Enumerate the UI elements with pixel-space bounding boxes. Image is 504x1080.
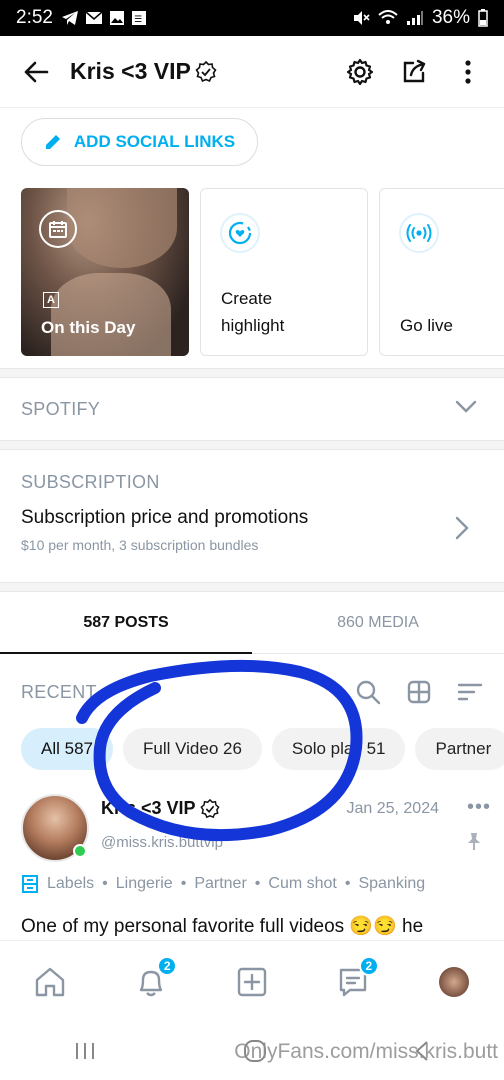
header-actions [344,56,484,88]
highlight-label: On this Day [41,318,136,337]
notifications-badge: 2 [157,955,178,976]
image-icon [109,11,124,25]
chevron-right-icon [455,516,469,545]
share-icon[interactable] [398,56,430,88]
photo-face [67,188,177,268]
labels-icon [22,875,38,893]
mail-icon [85,11,103,24]
pin-icon [465,832,483,857]
recent-apps-icon[interactable] [74,1041,96,1061]
subscription-main-text: Subscription price and promotions [21,507,309,528]
battery-percent: 36% [431,7,470,28]
bottom-navigation: 2 2 [0,940,504,1022]
sort-lines-icon[interactable] [457,682,483,702]
tab-media[interactable]: 860 MEDIA [252,592,504,653]
nav-add-post[interactable] [232,962,272,1002]
home-icon [36,967,65,996]
online-status-dot [73,844,87,858]
add-social-links-label: ADD SOCIAL LINKS [73,132,236,151]
back-arrow-icon[interactable] [20,56,52,88]
chip-solo-play[interactable]: Solo play 51 [271,728,406,770]
profile-header: Kris <3 VIP [0,36,504,108]
recent-bar: RECENT [0,668,504,716]
grid-view-icon[interactable] [407,680,431,704]
status-time: 2:52 [16,7,53,28]
post-text: One of my personal favorite full videos … [21,916,424,937]
subscription-title: SUBSCRIPTION [21,472,160,492]
nav-notifications[interactable]: 2 [131,955,178,1002]
avatar[interactable] [21,794,89,862]
chip-full-video[interactable]: Full Video 26 [122,728,262,770]
verified-icon [199,798,220,818]
nav-home[interactable] [30,962,70,1002]
post-handle[interactable]: @miss.kris.buttvip [101,834,223,851]
highlight-label: Go live [400,316,453,335]
post-more-icon[interactable]: ••• [467,796,491,819]
calendar-icon [39,210,77,248]
post-labels: Labels • Lingerie • Partner • Cum shot •… [21,874,425,894]
profile-name: Kris <3 VIP [70,58,191,84]
app-notification-icon: ☰ [131,11,146,25]
watermark: OnlyFans.com/miss.kris.butt [234,1040,498,1063]
wifi-icon [378,10,398,24]
spotify-title: SPOTIFY [21,398,101,419]
highlight-go-live[interactable]: Go live [379,188,504,356]
search-icon[interactable] [355,679,381,705]
recent-sort-label[interactable]: RECENT [21,682,97,703]
highlight-label: Create highlight [221,289,285,335]
battery-icon [478,9,488,27]
section-divider [0,582,504,592]
photo-body [51,273,171,356]
category-chips: All 587 Full Video 26 Solo play 51 Partn… [21,728,504,770]
label-tag[interactable]: Partner [194,875,246,893]
mute-icon [353,11,370,25]
status-bar: 2:52 ☰ 36% [0,0,504,36]
label-tag[interactable]: Cum shot [268,875,336,893]
auto-badge-icon: A [43,292,59,308]
verified-icon [195,60,217,82]
settings-gear-icon[interactable] [344,56,376,88]
messages-badge: 2 [358,955,379,976]
label-tag[interactable]: Spanking [358,875,425,893]
avatar [438,966,469,997]
chip-all[interactable]: All 587 [21,728,113,770]
more-vertical-icon[interactable] [452,56,484,88]
label-tag[interactable]: Lingerie [116,875,173,893]
feed-tools [355,679,483,705]
heart-circle-icon [220,213,260,253]
nav-messages[interactable]: 2 [333,955,379,1002]
post-date: Jan 25, 2024 [346,800,439,817]
telegram-icon [61,11,78,25]
highlight-on-this-day[interactable]: A On this Day [21,188,189,356]
subscription-promotions-row[interactable]: Subscription price and promotions $10 pe… [21,507,483,553]
content-tabs: 587 POSTS 860 MEDIA [0,592,504,654]
subscription-section: SUBSCRIPTION Subscription price and prom… [0,458,504,582]
broadcast-icon [399,213,439,253]
spotify-section[interactable]: SPOTIFY [0,378,504,440]
pencil-icon [45,135,60,149]
chevron-down-icon [455,400,477,419]
add-square-icon [237,967,267,996]
labels-title[interactable]: Labels [47,875,94,893]
add-social-links-button[interactable]: ADD SOCIAL LINKS [21,118,258,166]
signal-icon [406,11,423,25]
tab-posts[interactable]: 587 POSTS [0,592,252,654]
highlights-row: A On this Day Create highlight Go live [21,188,504,356]
highlight-create[interactable]: Create highlight [200,188,368,356]
svg-text:☰: ☰ [134,15,142,25]
chip-partner[interactable]: Partner [415,728,504,770]
post-header: Kris <3 VIP @miss.kris.buttvip Jan 25, 2… [21,792,491,864]
subscription-detail-text: $10 per month, 3 subscription bundles [21,537,259,553]
page-title: Kris <3 VIP [70,58,217,85]
section-divider [0,368,504,378]
post-author-name: Kris <3 VIP [101,798,196,818]
section-divider [0,440,504,450]
status-right: 36% [352,7,488,29]
post-author[interactable]: Kris <3 VIP [101,798,220,819]
nav-profile[interactable] [434,962,474,1002]
notification-icons: ☰ [61,10,147,26]
